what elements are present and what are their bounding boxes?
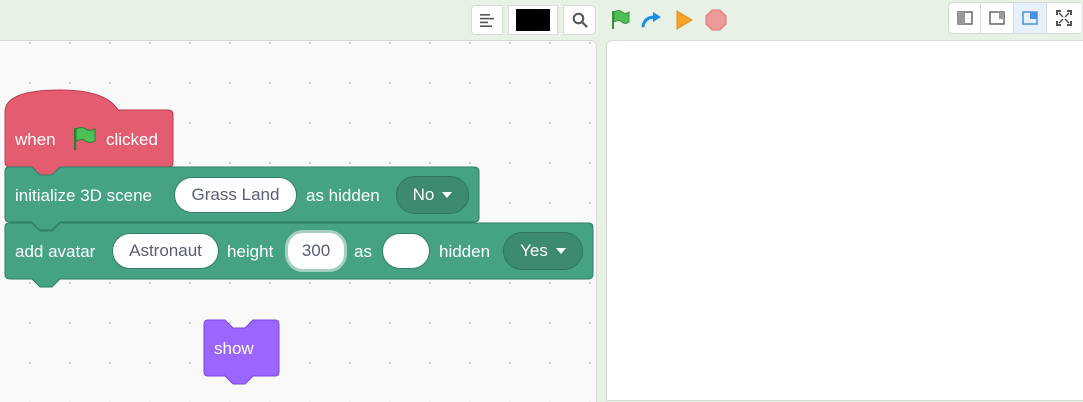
redo-button[interactable] [637, 5, 667, 35]
fullscreen-icon [1056, 10, 1072, 26]
green-flag-icon [74, 127, 96, 150]
avatar-hidden-value: Yes [520, 241, 548, 260]
initialize-scene-label: initialize 3D scene [15, 186, 153, 205]
show-label: show [214, 339, 254, 358]
stage-size-controls [948, 2, 1081, 34]
avatar-name-input[interactable]: Astronaut [112, 233, 219, 269]
redo-arrow-icon [641, 12, 661, 28]
avatar-as-input[interactable] [382, 233, 430, 269]
chevron-down-icon [555, 248, 566, 254]
avatar-height-input[interactable]: 300 [285, 230, 347, 272]
search-icon [572, 12, 588, 28]
height-label: height [227, 242, 274, 261]
clicked-label: clicked [106, 130, 158, 149]
add-avatar-label: add avatar [15, 242, 96, 261]
small-stage-icon [956, 11, 973, 25]
layout-icon [1022, 11, 1038, 25]
align-blocks-button[interactable] [471, 5, 503, 35]
as-label: as [354, 242, 372, 261]
when-label: when [15, 130, 56, 149]
play-triangle-icon [676, 10, 693, 30]
toolbar [0, 0, 1083, 40]
align-left-icon [480, 13, 494, 27]
large-stage-button[interactable] [981, 2, 1014, 34]
run-button[interactable] [669, 5, 699, 35]
code-area[interactable] [0, 40, 597, 402]
avatar-hidden-dropdown[interactable]: Yes [503, 232, 583, 270]
fullscreen-button[interactable] [1047, 2, 1081, 34]
green-flag-button[interactable] [605, 5, 635, 35]
hidden-label: hidden [439, 242, 491, 261]
color-picker-button[interactable] [508, 5, 558, 35]
large-stage-icon [989, 11, 1005, 25]
layout-button[interactable] [1014, 2, 1047, 34]
search-button[interactable] [563, 5, 596, 35]
scene-hidden-dropdown[interactable]: No [396, 176, 469, 214]
as-hidden-label: as hidden [306, 186, 380, 205]
stage[interactable] [606, 40, 1083, 401]
small-stage-button[interactable] [948, 2, 981, 34]
stop-button[interactable] [701, 5, 731, 35]
stop-icon [705, 9, 727, 31]
scene-hidden-value: No [412, 185, 435, 204]
green-flag-icon [612, 10, 630, 29]
color-swatch [516, 9, 550, 31]
chevron-down-icon [442, 192, 453, 198]
scene-name-input[interactable]: Grass Land [174, 177, 297, 213]
